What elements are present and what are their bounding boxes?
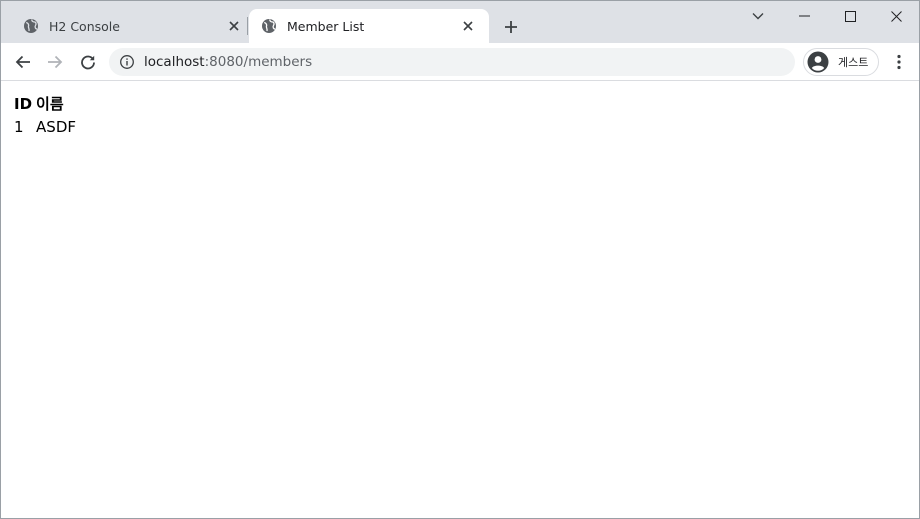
- browser-window: H2 Console Member List localhost:8080/m…: [0, 0, 920, 519]
- close-icon: [890, 10, 902, 22]
- table-header-row: ID 이름: [13, 92, 77, 115]
- profile-label: 게스트: [838, 56, 869, 69]
- tab-search-button[interactable]: [735, 1, 781, 31]
- maximize-button[interactable]: [827, 1, 873, 31]
- minimize-icon: [798, 15, 810, 17]
- column-header-id: ID: [14, 94, 33, 113]
- new-tab-button[interactable]: [499, 15, 523, 39]
- column-header-name: 이름: [36, 95, 64, 113]
- close-icon: [229, 21, 239, 31]
- close-tab-button[interactable]: [225, 17, 243, 35]
- arrow-right-icon: [48, 55, 63, 69]
- more-vertical-icon: [897, 54, 901, 70]
- back-button[interactable]: [9, 48, 37, 76]
- forward-button[interactable]: [41, 48, 69, 76]
- tab-h2-console[interactable]: H2 Console: [11, 9, 247, 43]
- url-path: :8080/members: [204, 54, 313, 70]
- reload-button[interactable]: [74, 48, 102, 76]
- page-content: ID 이름 1 ASDF: [1, 82, 919, 518]
- toolbar: localhost:8080/members 게스트: [1, 43, 919, 81]
- browser-menu-button[interactable]: [887, 48, 911, 76]
- address-bar[interactable]: localhost:8080/members: [109, 48, 795, 76]
- arrow-left-icon: [15, 55, 30, 69]
- url-host: localhost: [144, 54, 205, 70]
- minimize-button[interactable]: [781, 1, 827, 31]
- maximize-icon: [844, 10, 856, 22]
- user-avatar-icon: [807, 51, 829, 73]
- tab-title: Member List: [287, 18, 365, 34]
- globe-icon: [262, 19, 276, 33]
- close-window-button[interactable]: [873, 1, 919, 31]
- reload-icon: [81, 55, 95, 70]
- tab-separator: [247, 17, 248, 35]
- close-tab-button[interactable]: [459, 17, 477, 35]
- close-icon: [463, 21, 473, 31]
- plus-icon: [505, 21, 517, 33]
- cell-name: ASDF: [36, 118, 77, 136]
- globe-icon: [24, 19, 38, 33]
- member-table: ID 이름 1 ASDF: [11, 90, 79, 139]
- tab-title: H2 Console: [49, 18, 120, 34]
- profile-button[interactable]: 게스트: [803, 48, 879, 76]
- info-icon[interactable]: [119, 54, 135, 70]
- tab-member-list[interactable]: Member List: [249, 9, 489, 43]
- tab-strip: H2 Console Member List: [1, 1, 919, 43]
- cell-id: 1: [14, 118, 24, 136]
- chevron-down-icon: [752, 13, 764, 20]
- table-row: 1 ASDF: [13, 117, 77, 137]
